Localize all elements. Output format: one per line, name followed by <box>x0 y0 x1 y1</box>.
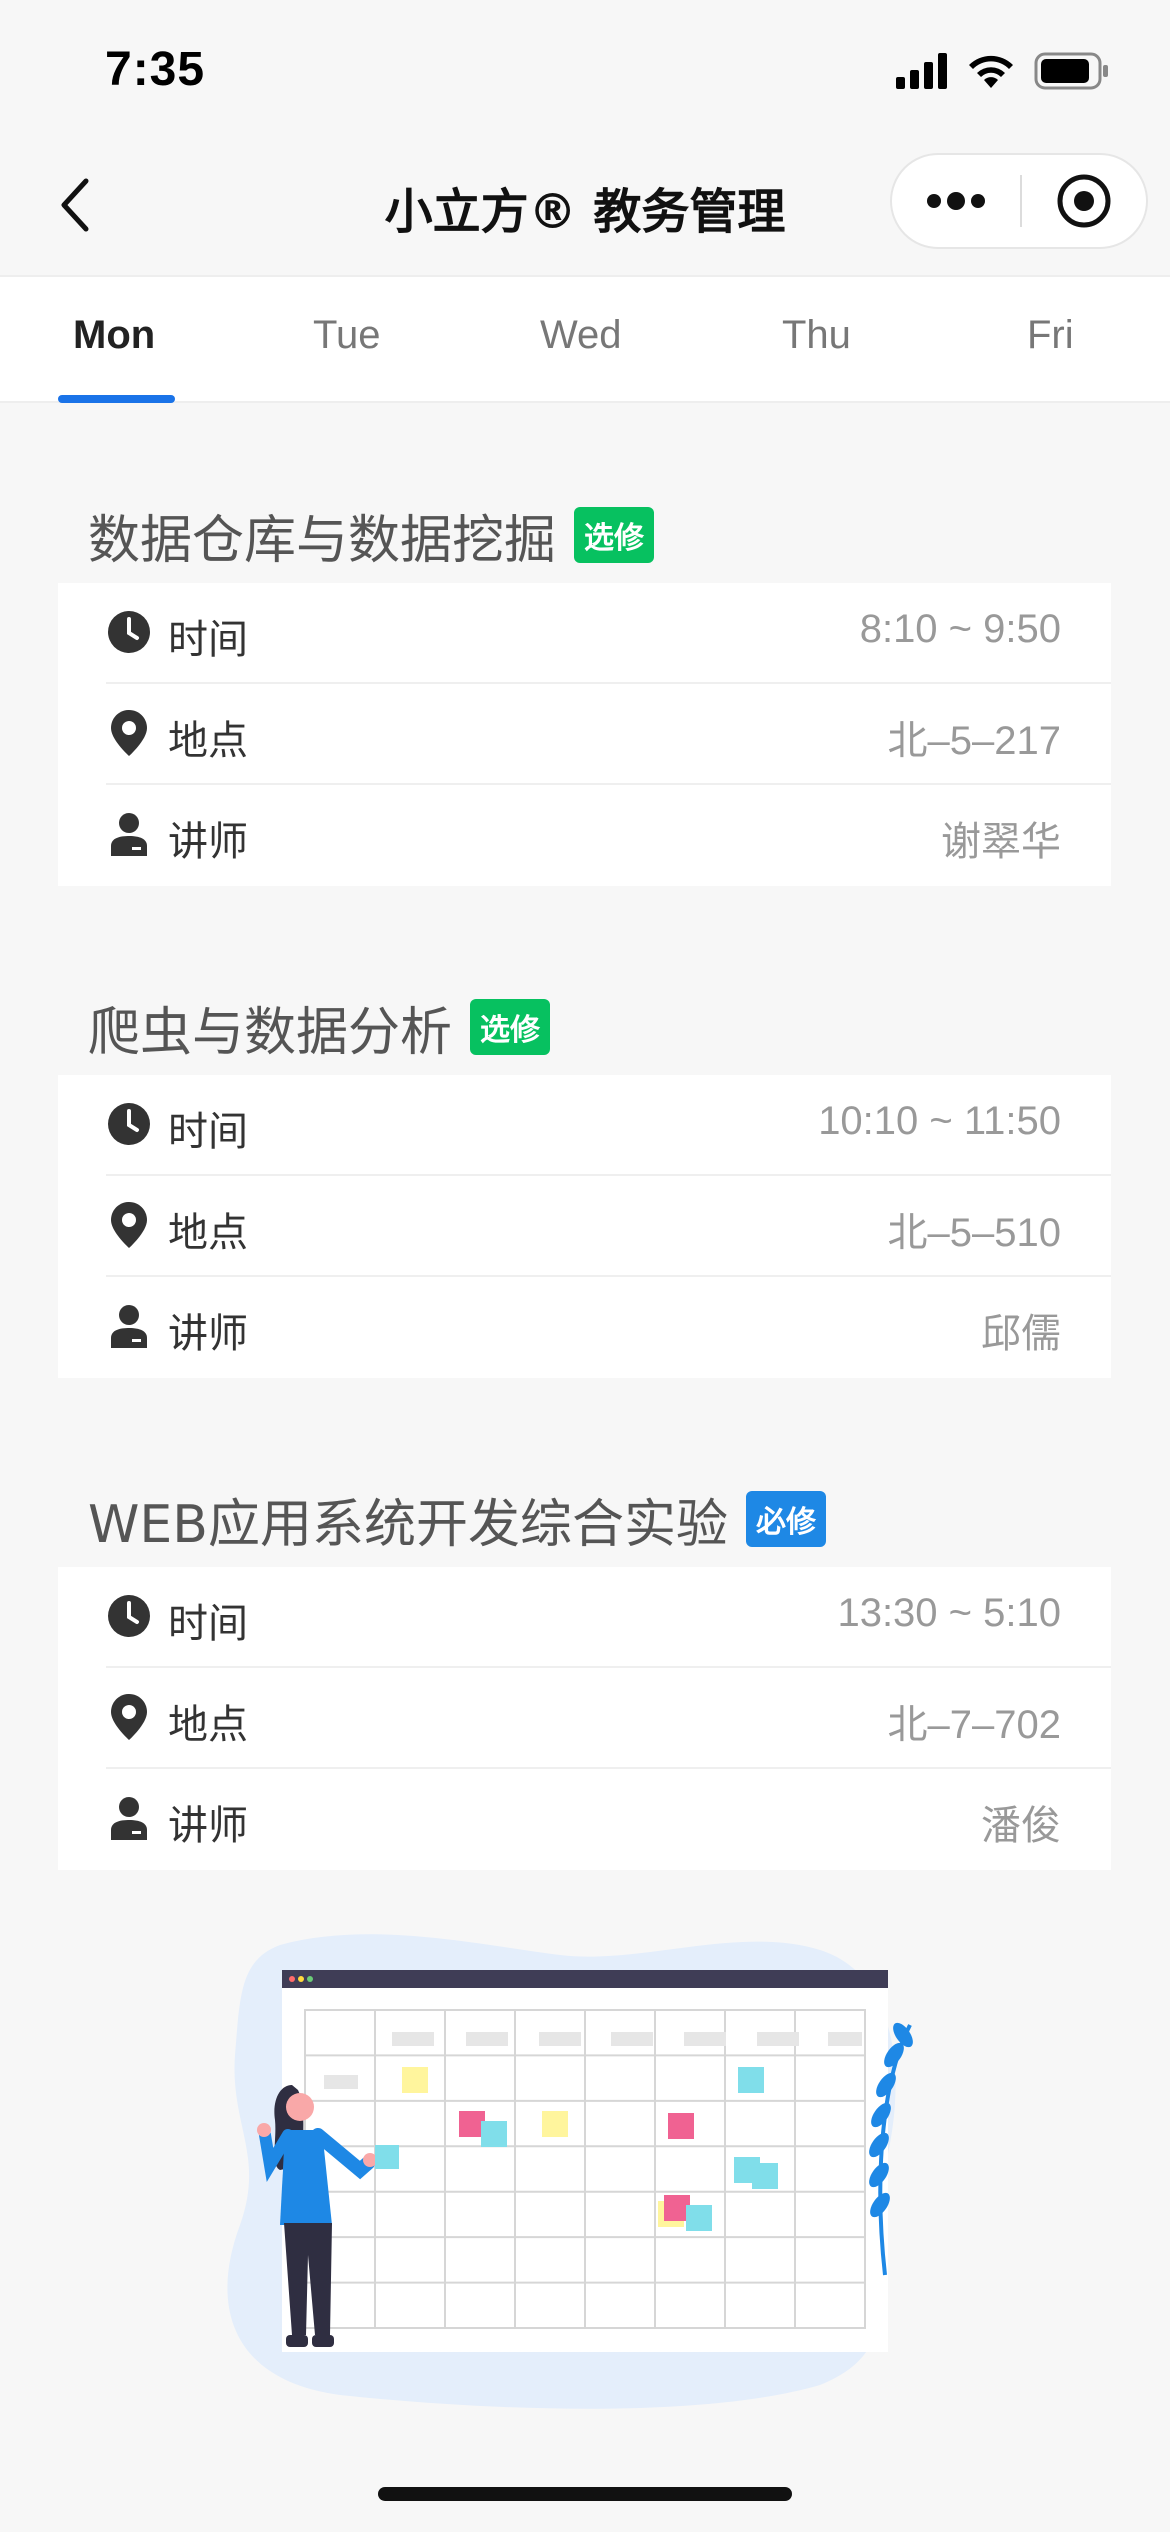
location-value: 北–5–217 <box>887 719 1061 763</box>
location-label: 地点 <box>168 1210 248 1256</box>
time-row: 时间 10:10 ~ 11:50 <box>106 1075 1111 1176</box>
tab-wed[interactable]: Wed <box>540 313 622 358</box>
person-icon <box>106 1795 152 1841</box>
course-name: 爬虫与数据分析 <box>88 1002 453 1063</box>
teacher-row: 讲师 潘俊 <box>106 1769 1111 1870</box>
course-details[interactable]: 时间 8:10 ~ 9:50 地点 北–5–217 讲师 谢翠华 <box>58 583 1111 886</box>
teacher-value: 邱儒 <box>981 1312 1061 1356</box>
battery-icon <box>1034 52 1108 90</box>
cellular-signal-icon <box>896 53 947 89</box>
status-icons <box>896 52 1110 90</box>
time-label: 时间 <box>168 617 248 663</box>
teacher-label: 讲师 <box>168 1803 248 1849</box>
course-details[interactable]: 时间 13:30 ~ 5:10 地点 北–7–702 讲师 潘俊 <box>58 1567 1111 1870</box>
teacher-row: 讲师 谢翠华 <box>106 785 1111 886</box>
tab-thu[interactable]: Thu <box>782 313 851 358</box>
course-details[interactable]: 时间 10:10 ~ 11:50 地点 北–5–510 讲师 邱儒 <box>58 1075 1111 1378</box>
active-tab-indicator <box>58 395 175 403</box>
location-pin-icon <box>106 1694 152 1740</box>
course-header: 数据仓库与数据挖掘 选修 <box>88 495 655 575</box>
time-value: 8:10 ~ 9:50 <box>859 607 1061 651</box>
location-label: 地点 <box>168 1702 248 1748</box>
course-type-badge: 选修 <box>470 999 551 1055</box>
time-label: 时间 <box>168 1109 248 1155</box>
location-pin-icon <box>106 1202 152 1248</box>
status-time: 7:35 <box>105 43 206 96</box>
location-pin-icon <box>106 710 152 756</box>
home-indicator <box>378 2487 792 2501</box>
time-label: 时间 <box>168 1601 248 1647</box>
weekday-tabs: Mon Tue Wed Thu Fri <box>0 275 1170 403</box>
tab-fri[interactable]: Fri <box>1027 313 1074 358</box>
mini-program-capsule <box>890 153 1148 249</box>
clock-icon <box>106 609 152 655</box>
teacher-value: 潘俊 <box>981 1804 1061 1848</box>
location-row: 地点 北–5–510 <box>106 1176 1111 1277</box>
course-header: 爬虫与数据分析 选修 <box>88 987 551 1067</box>
status-bar: 7:35 <box>0 0 1170 140</box>
time-value: 13:30 ~ 5:10 <box>837 1591 1061 1635</box>
teacher-value: 谢翠华 <box>941 820 1061 864</box>
location-value: 北–7–702 <box>887 1703 1061 1747</box>
time-row: 时间 13:30 ~ 5:10 <box>106 1567 1111 1668</box>
more-dots-icon <box>927 192 985 210</box>
time-value: 10:10 ~ 11:50 <box>818 1099 1061 1143</box>
tab-mon[interactable]: Mon <box>73 313 155 358</box>
nav-bar: 小立方® 教务管理 <box>0 140 1170 275</box>
location-label: 地点 <box>168 718 248 764</box>
location-value: 北–5–510 <box>887 1211 1061 1255</box>
course-type-badge: 选修 <box>574 507 655 563</box>
course-header: WEB应用系统开发综合实验 必修 <box>88 1479 826 1559</box>
target-close-icon <box>1057 174 1111 228</box>
teacher-row: 讲师 邱儒 <box>106 1277 1111 1378</box>
schedule-illustration <box>227 1934 913 2409</box>
time-row: 时间 8:10 ~ 9:50 <box>106 583 1111 684</box>
person-icon <box>106 811 152 857</box>
close-mini-program-button[interactable] <box>1022 155 1146 247</box>
clock-icon <box>106 1101 152 1147</box>
teacher-label: 讲师 <box>168 1311 248 1357</box>
tab-tue[interactable]: Tue <box>313 313 380 358</box>
location-row: 地点 北–5–217 <box>106 684 1111 785</box>
course-type-badge: 必修 <box>745 1491 826 1547</box>
wifi-icon <box>969 55 1013 88</box>
more-button[interactable] <box>892 155 1020 247</box>
clock-icon <box>106 1593 152 1639</box>
person-icon <box>106 1303 152 1349</box>
location-row: 地点 北–7–702 <box>106 1668 1111 1769</box>
teacher-label: 讲师 <box>168 819 248 865</box>
course-name: 数据仓库与数据挖掘 <box>88 510 557 571</box>
course-name: WEB应用系统开发综合实验 <box>88 1494 728 1555</box>
